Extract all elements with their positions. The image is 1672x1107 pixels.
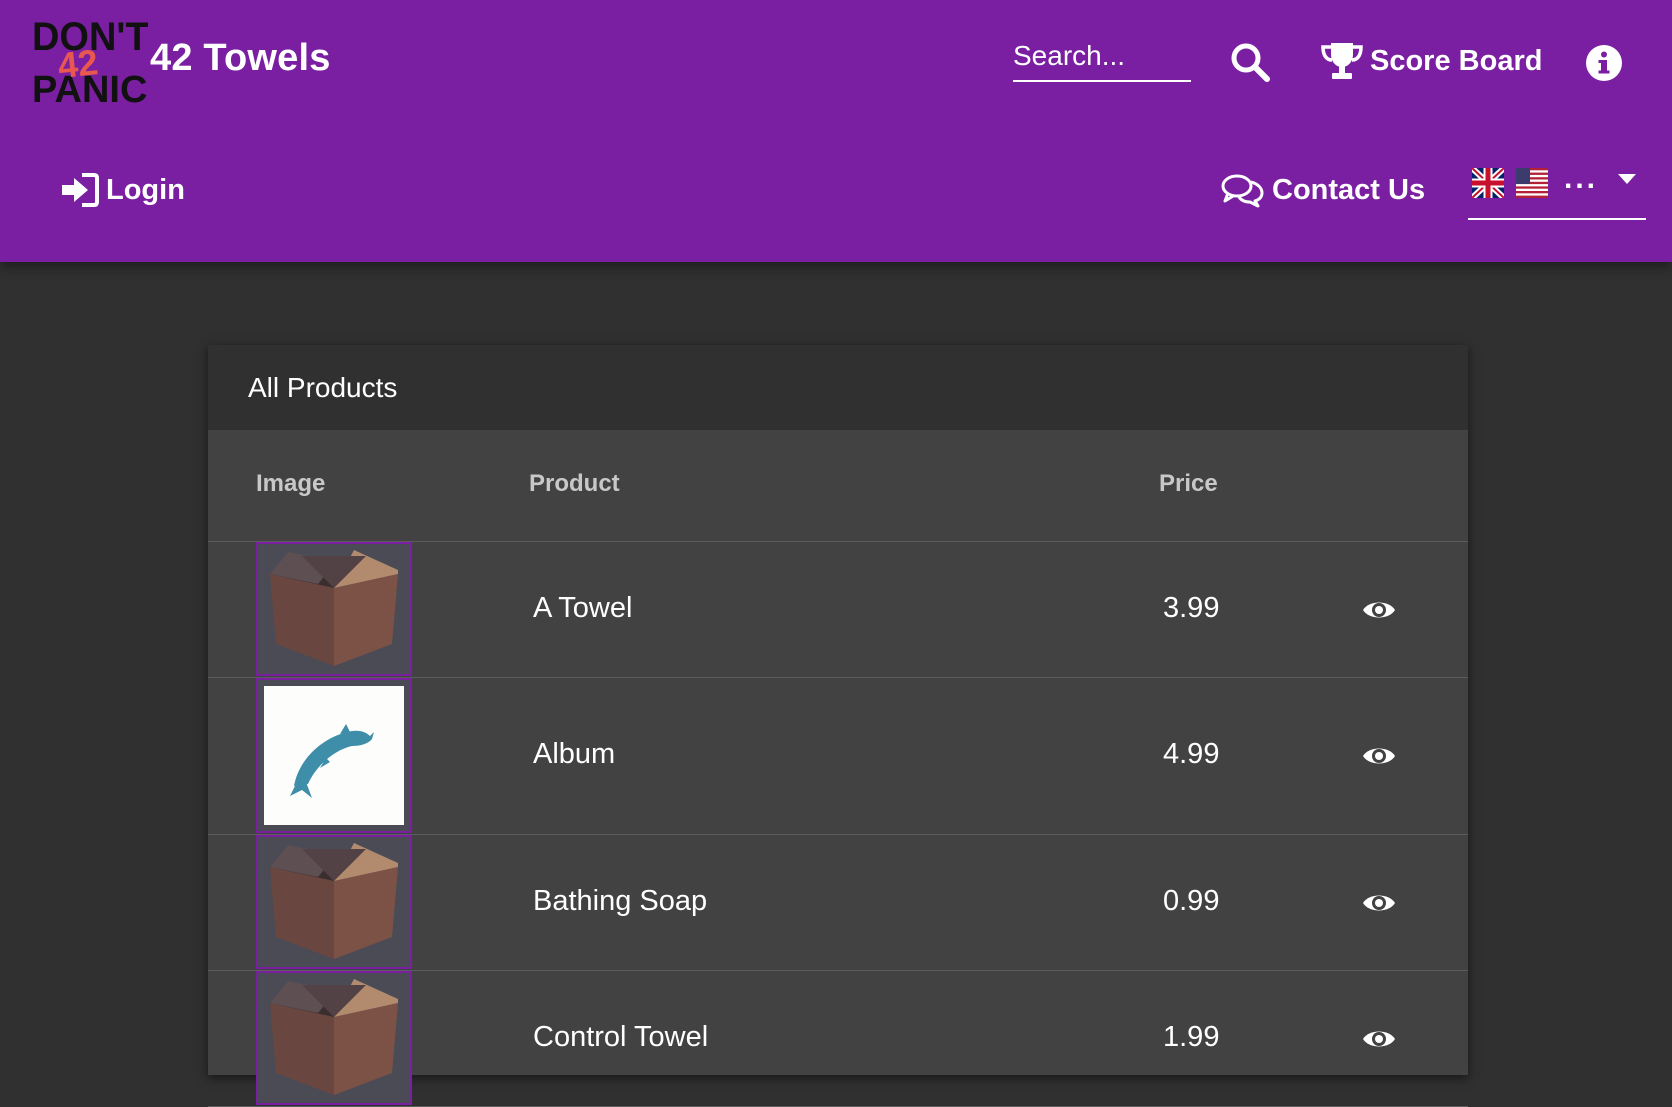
table-row[interactable]: Album 4.99	[208, 678, 1468, 835]
us-flag-icon	[1516, 168, 1548, 198]
info-button[interactable]	[1585, 44, 1623, 82]
product-name: Control Towel	[533, 1021, 709, 1053]
search-input[interactable]	[1013, 34, 1191, 78]
eye-icon[interactable]	[1362, 598, 1396, 622]
product-image[interactable]	[256, 971, 412, 1105]
column-header-image: Image	[256, 470, 326, 497]
column-header-product[interactable]: Product	[529, 470, 620, 498]
product-image[interactable]	[256, 835, 412, 969]
product-name: A Towel	[533, 592, 633, 624]
product-price: 0.99	[1163, 885, 1220, 917]
app-title[interactable]: 42 Towels	[150, 37, 331, 80]
language-selector[interactable]: ...	[1468, 160, 1646, 220]
table-row[interactable]: A Towel 3.99	[208, 542, 1468, 678]
more-languages-label: ...	[1564, 162, 1599, 195]
info-icon	[1586, 45, 1622, 81]
box-image	[270, 550, 398, 666]
card-title: All Products	[248, 371, 398, 403]
table-header-row: Image Product Price	[208, 430, 1468, 542]
search-button[interactable]	[1228, 40, 1272, 84]
svg-text:42: 42	[56, 41, 100, 86]
search-icon	[1231, 43, 1270, 82]
uk-flag-icon	[1472, 168, 1504, 198]
comments-icon	[1221, 174, 1264, 208]
product-name: Album	[533, 738, 616, 770]
search-field[interactable]	[1013, 34, 1191, 82]
contact-us-label: Contact Us	[1272, 173, 1426, 206]
dolphin-album-image	[264, 686, 404, 825]
products-card: All Products Image Product Price A Towel…	[208, 345, 1468, 1107]
login-button[interactable]: Login	[60, 168, 185, 212]
trophy-icon	[1321, 43, 1363, 79]
box-image	[270, 979, 398, 1095]
eye-icon[interactable]	[1362, 891, 1396, 915]
score-board-button[interactable]: Score Board	[1320, 38, 1542, 84]
product-price: 4.99	[1163, 738, 1220, 770]
sign-in-icon	[62, 173, 99, 207]
table-row[interactable]: Bathing Soap 0.99	[208, 835, 1468, 971]
eye-icon[interactable]	[1362, 744, 1396, 768]
score-board-label: Score Board	[1370, 44, 1543, 77]
dropdown-caret-icon	[1618, 174, 1636, 184]
card-header: All Products	[208, 345, 1468, 430]
column-header-price[interactable]: Price	[1159, 470, 1218, 498]
product-name: Bathing Soap	[533, 885, 708, 917]
product-price: 1.99	[1163, 1021, 1220, 1053]
box-image	[270, 843, 398, 959]
product-price: 3.99	[1163, 592, 1220, 624]
dont-panic-logo[interactable]: DON'T PANIC 42	[30, 10, 149, 111]
eye-icon[interactable]	[1362, 1027, 1396, 1051]
table-row[interactable]: Control Towel 1.99	[208, 971, 1468, 1107]
login-label: Login	[106, 173, 185, 206]
product-image[interactable]	[256, 542, 412, 676]
top-toolbar: DON'T PANIC 42 42 Towels Score Board	[0, 0, 1672, 262]
contact-us-button[interactable]: Contact Us	[1220, 168, 1425, 212]
product-image[interactable]	[256, 678, 412, 833]
